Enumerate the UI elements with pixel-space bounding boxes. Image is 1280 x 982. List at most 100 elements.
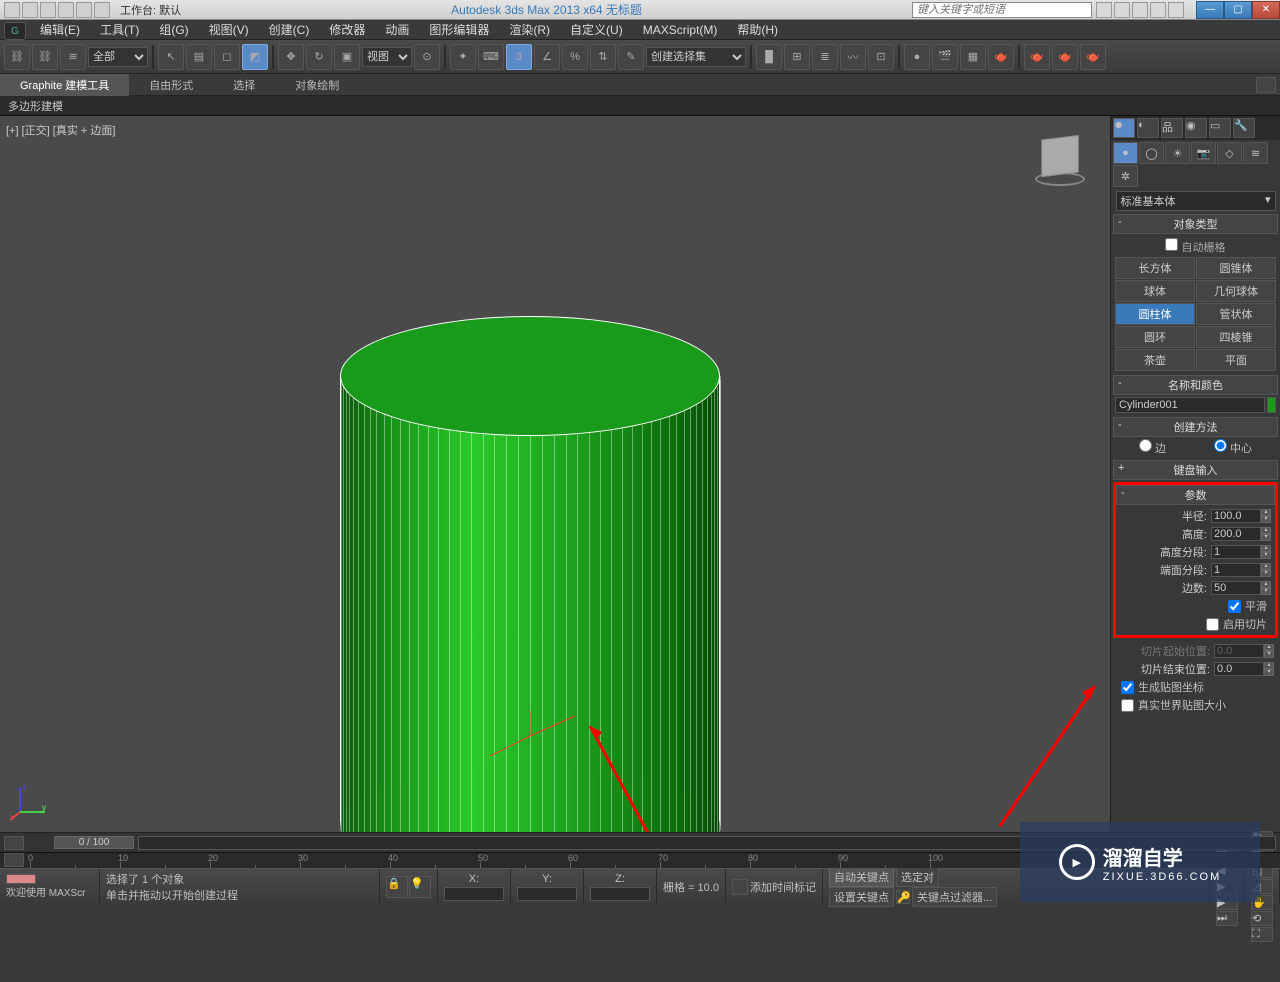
tab-objectpaint[interactable]: 对象绘制 [275, 74, 359, 96]
rollout-header[interactable]: -参数 [1116, 485, 1275, 505]
teapot-button[interactable]: 茶壶 [1115, 349, 1195, 371]
autokey-button[interactable]: 自动关键点 [829, 867, 894, 887]
key-icon[interactable]: 🔑 [896, 890, 910, 904]
app-menu-icon[interactable]: G [4, 22, 26, 40]
menu-edit[interactable]: 编辑(E) [30, 19, 90, 40]
undo-icon[interactable] [58, 2, 74, 18]
goto-end-icon[interactable]: ⏭ [1216, 911, 1238, 926]
coord-x-input[interactable] [444, 887, 504, 901]
menu-create[interactable]: 创建(C) [259, 19, 320, 40]
slice-on-checkbox[interactable] [1206, 618, 1219, 631]
cone-button[interactable]: 圆锥体 [1196, 257, 1276, 279]
geometry-cat-icon[interactable]: ● [1113, 142, 1138, 164]
time-tag-icon[interactable] [732, 879, 748, 895]
select-move-icon[interactable]: ✥ [278, 44, 304, 70]
maxscript-mini-listener[interactable] [6, 874, 36, 884]
material-editor-icon[interactable]: ● [904, 44, 930, 70]
timeline-toggle-icon[interactable] [4, 836, 24, 850]
minimize-button[interactable]: — [1196, 1, 1224, 19]
open-icon[interactable] [22, 2, 38, 18]
select-scale-icon[interactable]: ▣ [334, 44, 360, 70]
subscription-icon[interactable] [1114, 2, 1130, 18]
close-button[interactable]: ✕ [1252, 1, 1280, 19]
spacewarps-cat-icon[interactable]: ≋ [1243, 142, 1268, 164]
render-setup-icon[interactable]: 🎬 [932, 44, 958, 70]
sides-input[interactable] [1211, 581, 1261, 595]
snap-toggle-icon[interactable]: 3 [506, 44, 532, 70]
time-slider-thumb[interactable]: 0 / 100 [54, 836, 134, 849]
shapes-cat-icon[interactable]: ◯ [1139, 142, 1164, 164]
smooth-checkbox[interactable] [1228, 600, 1241, 613]
render-activeshade-icon[interactable]: 🫖 [1052, 44, 1078, 70]
render-iterative-icon[interactable]: 🫖 [1024, 44, 1050, 70]
select-rotate-icon[interactable]: ↻ [306, 44, 332, 70]
cap-seg-input[interactable] [1211, 563, 1261, 577]
keyboard-shortcut-icon[interactable]: ⌨ [478, 44, 504, 70]
menu-animation[interactable]: 动画 [375, 19, 419, 40]
link-tool-icon[interactable]: ⛓ [4, 44, 30, 70]
display-tab-icon[interactable]: ▭ [1209, 118, 1231, 138]
menu-maxscript[interactable]: MAXScript(M) [633, 21, 728, 39]
link-icon[interactable] [94, 2, 110, 18]
polygon-modeling-panel[interactable]: 多边形建模 [0, 96, 1280, 116]
spinner-snap-icon[interactable]: ⇅ [590, 44, 616, 70]
geosphere-button[interactable]: 几何球体 [1196, 280, 1276, 302]
rendered-frame-icon[interactable]: ▦ [960, 44, 986, 70]
spinner-arrows[interactable]: ▴▾ [1261, 581, 1271, 595]
edit-named-sel-icon[interactable]: ✎ [618, 44, 644, 70]
coord-z-input[interactable] [590, 887, 650, 901]
rollout-header[interactable]: -对象类型 [1113, 214, 1278, 234]
systems-cat-icon[interactable]: ✲ [1113, 165, 1138, 187]
radius-input[interactable] [1211, 509, 1261, 523]
select-object-icon[interactable]: ↖ [158, 44, 184, 70]
primitive-category-dropdown[interactable]: 标准基本体▾ [1116, 191, 1276, 211]
object-name-input[interactable] [1115, 397, 1265, 413]
modify-tab-icon[interactable]: ◐ [1137, 118, 1159, 138]
trackbar-toggle-icon[interactable] [4, 853, 24, 867]
object-color-swatch[interactable] [1267, 397, 1276, 413]
help-icon[interactable] [1168, 2, 1184, 18]
selected-keymode[interactable]: 选定对 [896, 867, 939, 887]
setkey-button[interactable]: 设置关键点 [829, 887, 894, 907]
create-tab-icon[interactable]: ✹ [1113, 118, 1135, 138]
cameras-cat-icon[interactable]: 📷 [1191, 142, 1216, 164]
height-seg-input[interactable] [1211, 545, 1261, 559]
angle-snap-icon[interactable]: ∠ [534, 44, 560, 70]
layers-icon[interactable]: ≣ [812, 44, 838, 70]
window-crossing-icon[interactable]: ◩ [242, 44, 268, 70]
box-button[interactable]: 长方体 [1115, 257, 1195, 279]
menu-help[interactable]: 帮助(H) [727, 19, 788, 40]
mirror-icon[interactable]: ▐▌ [756, 44, 782, 70]
slice-to-input[interactable] [1214, 662, 1264, 676]
menu-modifiers[interactable]: 修改器 [319, 19, 375, 40]
lock-selection-icon[interactable]: 🔒 [386, 876, 408, 898]
rollout-header[interactable]: -名称和颜色 [1113, 375, 1278, 395]
curve-editor-icon[interactable]: 〰 [840, 44, 866, 70]
maximize-button[interactable]: ▢ [1224, 1, 1252, 19]
exchange-icon[interactable] [1132, 2, 1148, 18]
redo-icon[interactable] [76, 2, 92, 18]
render-production-icon[interactable]: 🫖 [988, 44, 1014, 70]
viewport[interactable]: [+] [正交] [真实 + 边面] z y x [0, 116, 1110, 832]
viewcube[interactable] [1030, 136, 1090, 196]
real-world-checkbox[interactable] [1121, 699, 1134, 712]
select-by-name-icon[interactable]: ▤ [186, 44, 212, 70]
save-icon[interactable] [40, 2, 56, 18]
selection-filter-dropdown[interactable]: 全部 [88, 47, 148, 67]
rollout-header[interactable]: -创建方法 [1113, 417, 1278, 437]
percent-snap-icon[interactable]: % [562, 44, 588, 70]
spinner-arrows[interactable]: ▴▾ [1261, 527, 1271, 541]
isolate-icon[interactable]: 💡 [409, 876, 431, 898]
tab-freeform[interactable]: 自由形式 [129, 74, 213, 96]
menu-tools[interactable]: 工具(T) [90, 19, 149, 40]
ref-coord-dropdown[interactable]: 视图 [362, 47, 412, 67]
sphere-button[interactable]: 球体 [1115, 280, 1195, 302]
height-input[interactable] [1211, 527, 1261, 541]
align-icon[interactable]: ⊞ [784, 44, 810, 70]
help-search-input[interactable] [912, 2, 1092, 18]
menu-grapheditors[interactable]: 图形编辑器 [419, 19, 499, 40]
tab-selection[interactable]: 选择 [213, 74, 275, 96]
viewport-label[interactable]: [+] [正交] [真实 + 边面] [6, 122, 115, 138]
plane-button[interactable]: 平面 [1196, 349, 1276, 371]
tab-graphite[interactable]: Graphite 建模工具 [0, 74, 129, 96]
